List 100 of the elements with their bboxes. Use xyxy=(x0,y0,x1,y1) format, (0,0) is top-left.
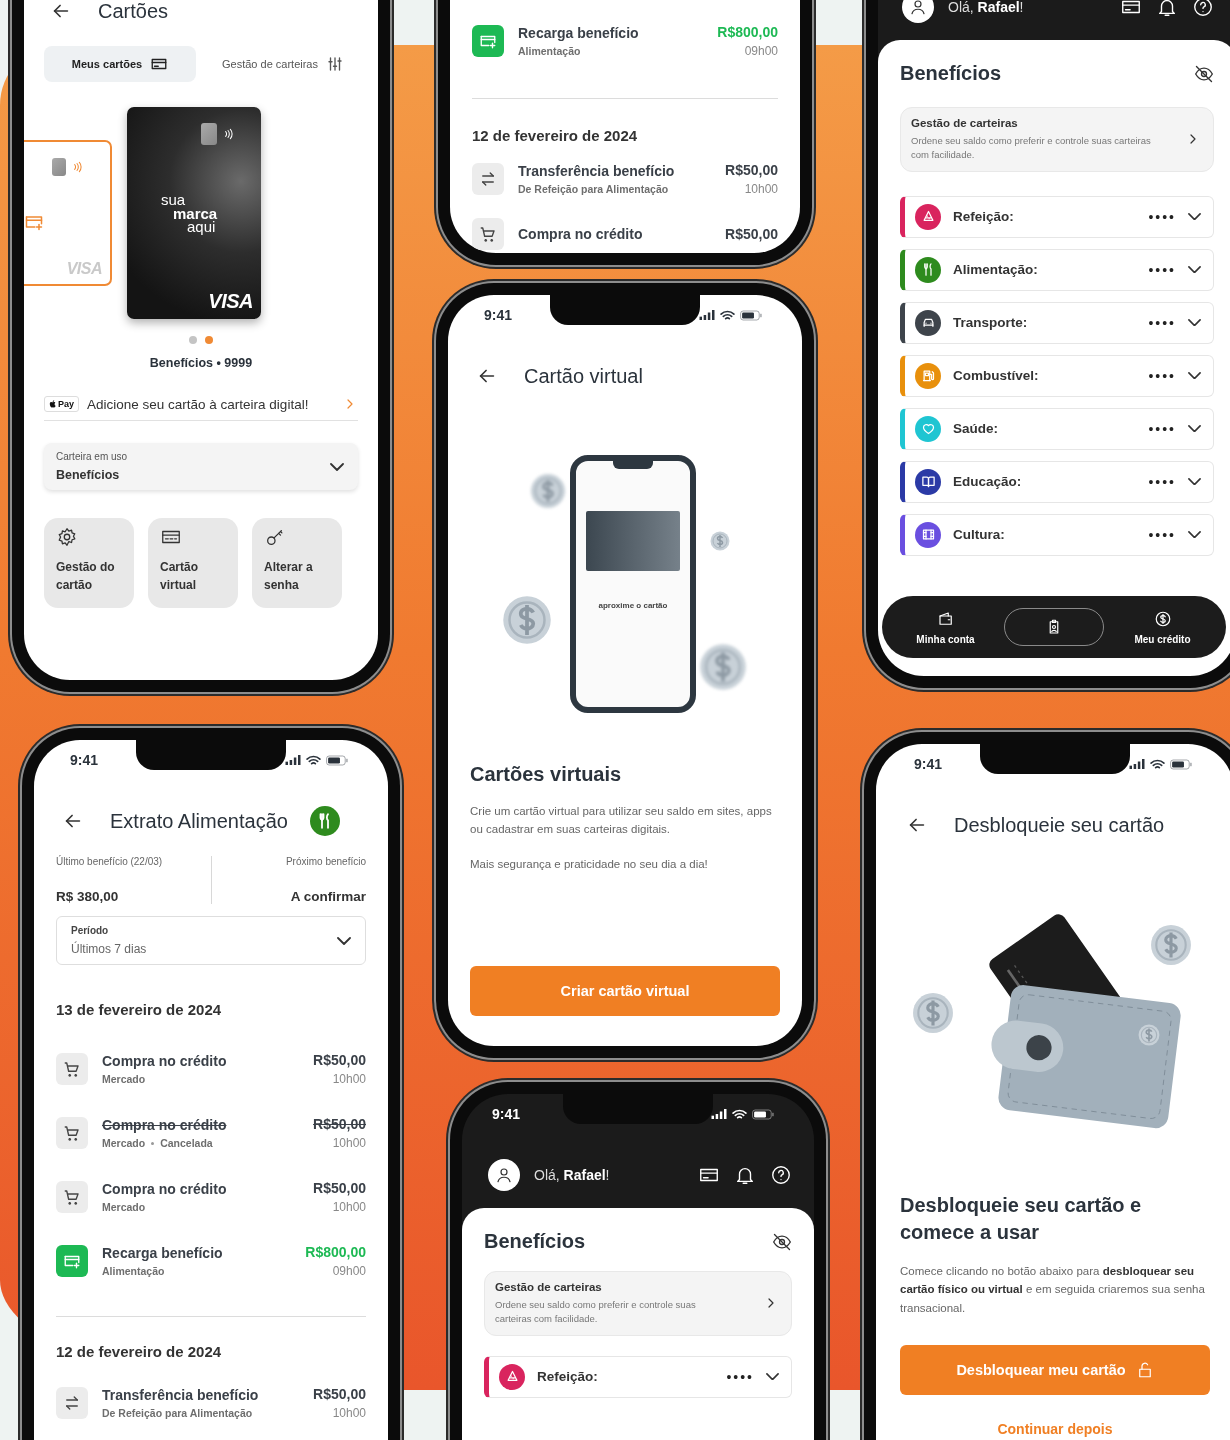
help-icon[interactable] xyxy=(1192,0,1214,18)
eye-off-icon[interactable] xyxy=(1194,63,1214,84)
transaction-category: De Refeição para Alimentação xyxy=(102,1407,253,1419)
card-plus-icon xyxy=(56,1245,88,1277)
card-chip-icon xyxy=(201,123,217,145)
wallet-row[interactable]: Saúde: •••• xyxy=(900,407,1214,450)
nav-button[interactable]: Meu crédito xyxy=(1109,609,1216,645)
wallet-row[interactable]: Transporte: •••• xyxy=(900,301,1214,344)
period-dropdown[interactable]: Período Últimos 7 dias xyxy=(56,916,366,965)
transfer-arrows-icon xyxy=(56,1387,88,1419)
transaction-category: De Refeição para Alimentação xyxy=(518,183,669,195)
transaction-title: Compra no crédito xyxy=(102,1181,228,1197)
battery-icon xyxy=(1170,758,1192,770)
wallet-row[interactable]: Refeição: •••• xyxy=(900,195,1214,238)
wallet-management-card[interactable]: Gestão de carteiras Ordene seu saldo como preferir e controle suas carteiras com facilidade. xyxy=(900,107,1214,172)
action-button[interactable]: Cartão virtual xyxy=(148,518,238,608)
dropdown-value: Benefícios xyxy=(56,468,121,482)
transaction-time: 10h00 xyxy=(744,182,778,196)
summary-label: Último benefício (22/03) xyxy=(56,856,164,867)
payment-card[interactable]: sua marca aqui VISA xyxy=(127,107,261,319)
chevron-down-icon xyxy=(337,936,351,945)
cart-icon xyxy=(56,1117,88,1149)
wallet-dropdown[interactable]: Carteira em uso Benefícios xyxy=(44,443,358,490)
screen-title: Cartões xyxy=(98,0,169,23)
transaction-title: Recarga benefício xyxy=(518,25,640,41)
transaction-category: Alimentação xyxy=(518,45,581,57)
card-plus-icon xyxy=(472,25,504,57)
masked-balance: •••• xyxy=(1148,208,1176,225)
notification-bell-icon[interactable] xyxy=(1156,0,1178,18)
avatar-icon[interactable] xyxy=(902,0,934,23)
transaction-title: Recarga benefício xyxy=(102,1245,224,1261)
chevron-down-icon xyxy=(330,462,344,471)
wallet-name: Refeição: xyxy=(537,1369,599,1385)
wallet-name: Educação: xyxy=(953,474,1023,490)
nav-button[interactable]: Minha conta xyxy=(892,609,999,645)
wallet-row[interactable]: Combustível: •••• xyxy=(900,354,1214,397)
transaction-category: Alimentação xyxy=(102,1265,165,1277)
action-button[interactable]: Gestão do cartão xyxy=(44,518,134,608)
transaction-title: Transferência benefício xyxy=(102,1387,260,1403)
description-text: Mais segurança e praticidade no seu dia a dia! xyxy=(470,856,709,872)
cart-icon xyxy=(56,1053,88,1085)
transaction-amount: R$50,00 xyxy=(313,1180,366,1196)
transaction-time: 09h00 xyxy=(332,1264,366,1278)
transaction-status: Cancelada xyxy=(160,1137,213,1149)
card-title: Gestão de carteiras xyxy=(495,1281,603,1293)
wifi-icon xyxy=(720,309,735,321)
signal-icon xyxy=(699,310,715,320)
wallet-row[interactable]: Educação: •••• xyxy=(900,460,1214,503)
transaction-category: Mercado xyxy=(102,1201,146,1213)
avatar-icon[interactable] xyxy=(488,1159,520,1191)
wallet-name: Combustível: xyxy=(953,368,1040,384)
eye-off-icon[interactable] xyxy=(772,1231,792,1252)
status-time: 9:41 xyxy=(492,1106,521,1122)
card-chip-icon xyxy=(52,158,66,176)
pager-dot[interactable] xyxy=(205,336,213,344)
dollar-coin-icon xyxy=(710,531,730,551)
transaction-amount: R$800,00 xyxy=(717,24,778,40)
signal-icon xyxy=(1129,759,1145,769)
illustration-caption: aproxime o cartão xyxy=(598,601,668,610)
greeting-text: Olá, Rafael! xyxy=(534,1167,611,1183)
wallet-prompt-text[interactable]: Adicione seu cartão à carteira digital! xyxy=(87,396,334,412)
masked-balance: •••• xyxy=(1148,367,1176,384)
fork-knife-icon xyxy=(309,806,340,836)
description-text: Crie um cartão virtual para utilizar seu saldo em sites, apps ou cadastrar em suas carteiras digitais. xyxy=(470,804,773,838)
transaction-amount: R$800,00 xyxy=(305,1244,366,1260)
chevron-down-icon xyxy=(1188,212,1201,221)
transaction-title: Compra no crédito xyxy=(518,226,644,242)
status-time: 9:41 xyxy=(484,307,513,323)
transaction-amount: R$50,00 xyxy=(313,1116,366,1132)
wifi-icon xyxy=(732,1108,747,1120)
tab[interactable]: Gestão de carteiras xyxy=(210,46,356,82)
dollar-coin-icon xyxy=(1150,924,1192,966)
wallet-row[interactable]: Alimentação: •••• xyxy=(900,248,1214,291)
wallet-row[interactable]: Cultura: •••• xyxy=(900,513,1214,556)
status-time: 9:41 xyxy=(914,756,943,772)
screen-title: Cartão virtual xyxy=(524,364,643,388)
greeting-text: Olá, Rafael! xyxy=(948,0,1025,15)
wallet-row[interactable]: Refeição: •••• xyxy=(484,1355,792,1398)
masked-balance: •••• xyxy=(1148,261,1176,278)
action-button[interactable]: Alterar a senha xyxy=(252,518,342,608)
date-heading: 13 de fevereiro de 2024 xyxy=(56,1001,223,1018)
transaction-time: 10h00 xyxy=(332,1200,366,1214)
date-heading: 12 de fevereiro de 2024 xyxy=(56,1343,223,1360)
wifi-icon xyxy=(1150,758,1165,770)
cart-icon xyxy=(56,1181,88,1213)
transaction-category: Mercado xyxy=(102,1073,146,1085)
wallet-name: Saúde: xyxy=(953,421,999,437)
chevron-down-icon xyxy=(1188,265,1201,274)
help-icon[interactable] xyxy=(770,1164,792,1186)
masked-balance: •••• xyxy=(1148,420,1176,437)
wallet-management-card[interactable]: Gestão de carteiras Ordene seu saldo como preferir e controle suas carteiras com facilidade. xyxy=(484,1271,792,1336)
battery-icon xyxy=(326,754,348,766)
pager-dot[interactable] xyxy=(189,336,197,344)
wallet-name: Cultura: xyxy=(953,527,1006,543)
tab[interactable]: Meus cartões xyxy=(44,46,196,82)
dropdown-label: Período xyxy=(71,925,110,936)
summary-label: Próximo benefício xyxy=(285,856,366,867)
wallet-name: Refeição: xyxy=(953,209,1015,225)
card-description: Ordene seu saldo como preferir e controle suas carteiras com facilidade. xyxy=(495,1298,697,1326)
transaction-time: 10h00 xyxy=(332,1406,366,1420)
